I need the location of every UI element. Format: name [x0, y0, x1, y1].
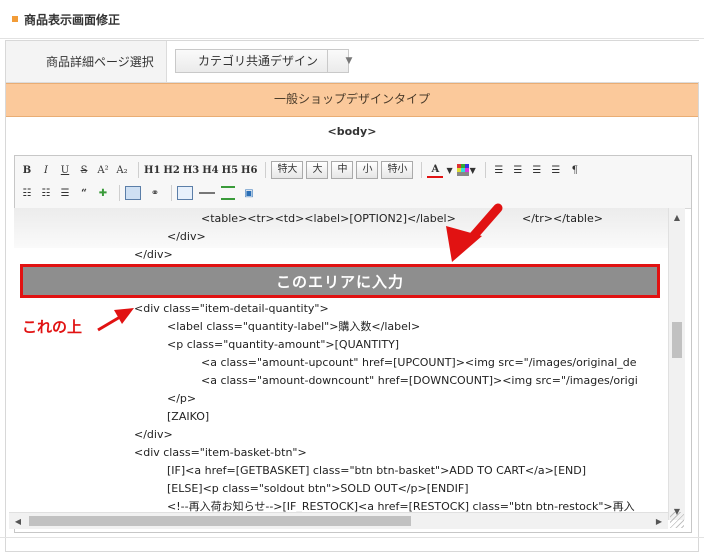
vertical-scrollbar[interactable]: ▲ ▼: [668, 208, 685, 520]
resize-handle-icon[interactable]: [670, 512, 684, 528]
annotation-arrows: [97, 203, 503, 332]
scroll-up-icon[interactable]: ▲: [669, 210, 685, 224]
horizontal-scroll-thumb[interactable]: [29, 516, 411, 526]
scroll-right-icon[interactable]: ▶: [652, 513, 666, 529]
arrow-up-right-icon: [97, 308, 134, 332]
horizontal-scrollbar[interactable]: ◀ ▶: [9, 512, 668, 529]
scroll-left-icon[interactable]: ◀: [11, 513, 25, 529]
vertical-scroll-thumb[interactable]: [672, 322, 682, 358]
arrow-down-left-icon: [446, 203, 503, 262]
divider: [0, 537, 704, 538]
